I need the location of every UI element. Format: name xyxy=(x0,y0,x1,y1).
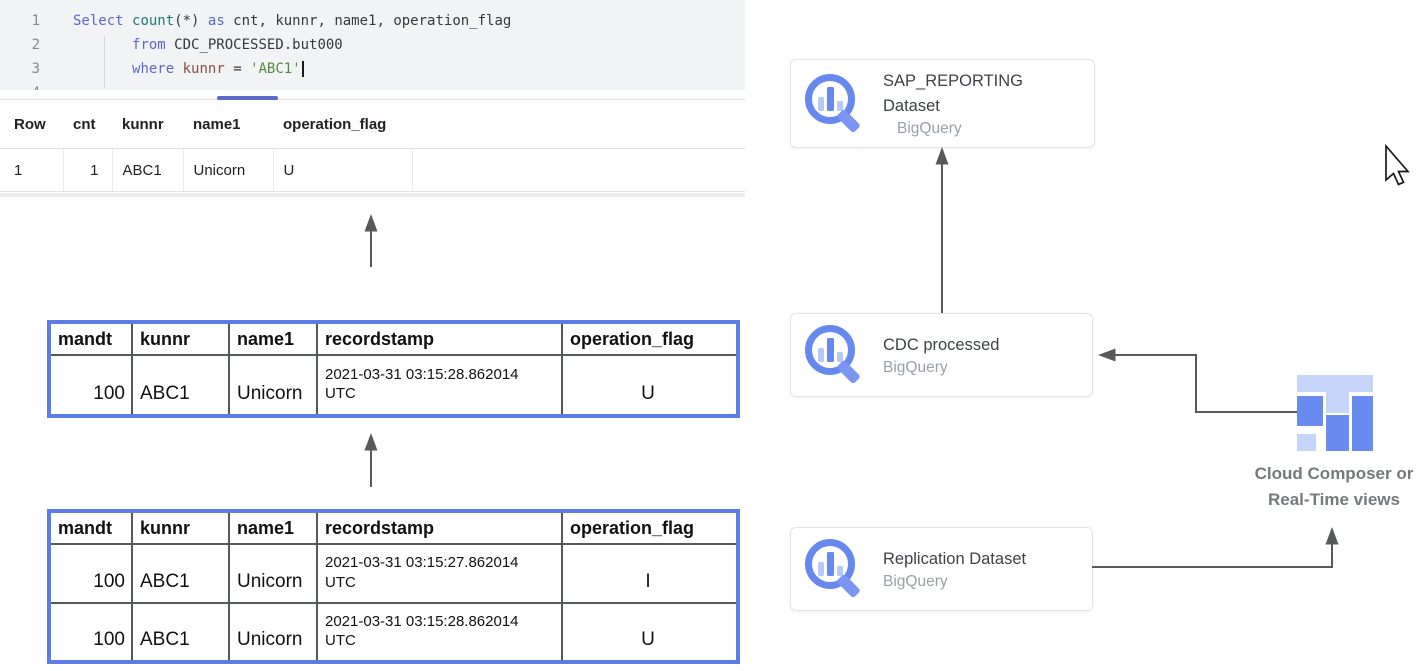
cell-cnt: 1 xyxy=(63,149,112,192)
table-header-row: mandt kunnr name1 recordstamp operation_… xyxy=(49,511,738,544)
sql-line-2: 2 from CDC_PROCESSED.but000 xyxy=(0,33,745,57)
cell-mandt: 100 xyxy=(49,544,132,603)
column-header-filler xyxy=(412,100,745,149)
results-header-row: Row cnt kunnr name1 operation_flag xyxy=(0,100,745,149)
arrow-cdc-to-sap xyxy=(936,147,949,313)
header-mandt: mandt xyxy=(49,511,132,544)
sql-token xyxy=(174,61,182,77)
line-number: 1 xyxy=(0,9,40,33)
bigquery-icon xyxy=(804,538,866,600)
sql-code-line: from CDC_PROCESSED.but000 xyxy=(73,33,343,57)
table-row: 100 ABC1 Unicorn 2021-03-31 03:15:28.862… xyxy=(49,603,738,662)
header-recordstamp: recordstamp xyxy=(317,511,562,544)
cell-kunnr: ABC1 xyxy=(132,603,229,662)
sql-line-4: 4 xyxy=(0,81,745,90)
sql-line-1: 1 Select count(*) as cnt, kunnr, name1, … xyxy=(0,9,745,33)
cell-kunnr: ABC1 xyxy=(132,544,229,603)
cdc-processed-card: CDC processed BigQuery xyxy=(790,313,1093,397)
bigquery-icon xyxy=(804,73,866,135)
results-data-row: 1 1 ABC1 Unicorn U xyxy=(0,149,745,192)
column-header-row: Row xyxy=(0,100,63,149)
card-title: Replication Dataset xyxy=(883,547,1026,572)
sql-token xyxy=(73,37,132,53)
replication-dataset-card: Replication Dataset BigQuery xyxy=(790,527,1093,611)
arrow-replication-to-composer xyxy=(1092,527,1339,567)
cell-recordstamp: 2021-03-31 03:15:28.862014 UTC xyxy=(317,355,562,416)
card-title: SAP_REPORTING Dataset xyxy=(883,69,1048,119)
card-title: CDC processed xyxy=(883,333,999,358)
sql-token-keyword: where xyxy=(132,61,174,77)
card-subtitle: BigQuery xyxy=(883,120,1048,138)
sql-token-keyword: as xyxy=(208,13,225,29)
cell-operation-flag: U xyxy=(562,355,738,416)
sql-code-line: where kunnr = 'ABC1' xyxy=(73,57,304,81)
cell-recordstamp: 2021-03-31 03:15:27.862014 UTC xyxy=(317,544,562,603)
column-header-cnt: cnt xyxy=(63,100,112,149)
cell-kunnr: ABC1 xyxy=(132,355,229,416)
line-number: 3 xyxy=(0,57,40,81)
sap-reporting-dataset-card: SAP_REPORTING Dataset BigQuery xyxy=(790,59,1095,148)
text-cursor xyxy=(302,61,304,77)
arrow-composer-to-cdc xyxy=(1098,349,1297,413)
cell-operation-flag: U xyxy=(562,603,738,662)
query-results-table: Row cnt kunnr name1 operation_flag 1 1 A… xyxy=(0,100,745,192)
cell-name1: Unicorn xyxy=(229,355,317,416)
card-subtitle: BigQuery xyxy=(883,359,999,377)
indent-guide xyxy=(104,36,105,88)
cell-mandt: 100 xyxy=(49,603,132,662)
cell-operation-flag: U xyxy=(273,149,412,192)
sql-token-string: 'ABC1' xyxy=(250,61,301,77)
header-operation-flag: operation_flag xyxy=(562,322,738,355)
cell-name1: Unicorn xyxy=(229,544,317,603)
table-row: 100 ABC1 Unicorn 2021-03-31 03:15:28.862… xyxy=(49,355,738,416)
cell-name1: Unicorn xyxy=(229,603,317,662)
column-header-kunnr: kunnr xyxy=(112,100,183,149)
cell-recordstamp: 2021-03-31 03:15:28.862014 UTC xyxy=(317,603,562,662)
cell-name1: Unicorn xyxy=(183,149,273,192)
arrow-cdc-from-replication-table xyxy=(365,433,378,487)
sql-editor[interactable]: 1 Select count(*) as cnt, kunnr, name1, … xyxy=(0,0,745,90)
header-kunnr: kunnr xyxy=(132,511,229,544)
table-header-row: mandt kunnr name1 recordstamp operation_… xyxy=(49,322,738,355)
sql-line-3: 3 where kunnr = 'ABC1' xyxy=(0,57,745,81)
sql-token xyxy=(73,61,132,77)
bigquery-icon xyxy=(804,324,866,386)
cell-kunnr: ABC1 xyxy=(112,149,183,192)
header-mandt: mandt xyxy=(49,322,132,355)
sql-token: cnt, kunnr, name1, operation_flag xyxy=(225,13,512,29)
arrow-result-from-cdc-table xyxy=(365,214,378,267)
column-header-operation-flag: operation_flag xyxy=(273,100,412,149)
sql-token: = xyxy=(225,61,250,77)
sql-token-keyword: from xyxy=(132,37,166,53)
card-subtitle: BigQuery xyxy=(883,573,1026,591)
sql-token-keyword: Select xyxy=(73,13,132,29)
line-number: 4 xyxy=(0,81,40,90)
line-number: 2 xyxy=(0,33,40,57)
header-recordstamp: recordstamp xyxy=(317,322,562,355)
header-name1: name1 xyxy=(229,511,317,544)
replication-table: mandt kunnr name1 recordstamp operation_… xyxy=(47,509,740,664)
cell-row-number: 1 xyxy=(0,149,63,192)
sql-token-column: kunnr xyxy=(183,61,225,77)
cell-operation-flag: I xyxy=(562,544,738,603)
cell-mandt: 100 xyxy=(49,355,132,416)
sql-token-function: count xyxy=(132,13,174,29)
sql-token: CDC_PROCESSED.but000 xyxy=(166,37,343,53)
cell-filler xyxy=(412,149,745,192)
sql-token: (*) xyxy=(174,13,208,29)
header-name1: name1 xyxy=(229,322,317,355)
cdc-processed-table: mandt kunnr name1 recordstamp operation_… xyxy=(47,320,740,418)
column-header-name1: name1 xyxy=(183,100,273,149)
diagram-canvas: { "sql": { "line_numbers": ["1", "2", "3… xyxy=(0,0,1416,671)
sql-code-line: Select count(*) as cnt, kunnr, name1, op… xyxy=(73,9,511,33)
results-bottom-strip xyxy=(0,193,745,197)
cloud-composer-label: Cloud Composer or Real-Time views xyxy=(1243,461,1416,512)
table-row: 100 ABC1 Unicorn 2021-03-31 03:15:27.862… xyxy=(49,544,738,603)
header-kunnr: kunnr xyxy=(132,322,229,355)
cloud-composer-icon xyxy=(1297,374,1375,454)
header-operation-flag: operation_flag xyxy=(562,511,738,544)
mouse-cursor-icon xyxy=(1386,146,1408,185)
